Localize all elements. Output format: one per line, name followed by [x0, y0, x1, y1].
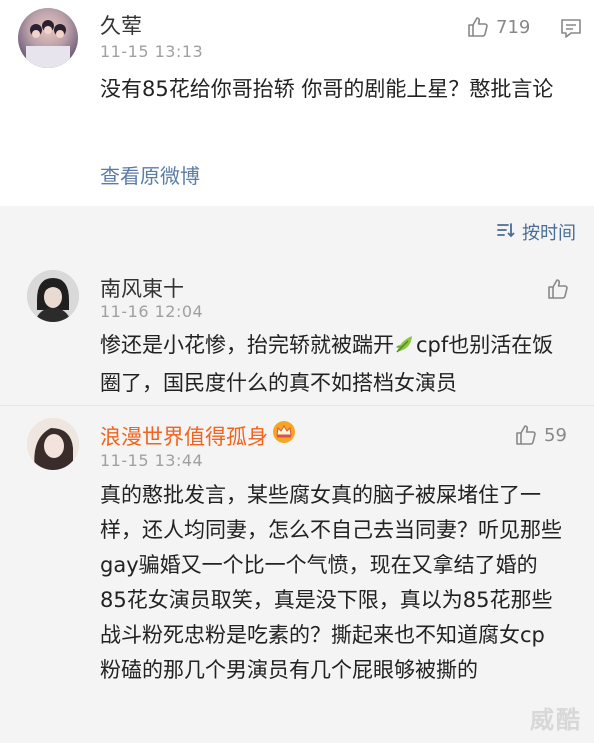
thumbs-up-icon	[466, 15, 490, 39]
comment-list: 南风東十 11-16 12:04 惨还是小花惨，抬完轿就被踹开 cpf也别活在饭圈…	[0, 256, 594, 743]
crown-icon	[272, 420, 296, 448]
sort-icon	[496, 220, 516, 245]
comment-text: 真的憨批发言，某些腐女真的脑子被屎堵住了一样，还人均同妻，怎么不自己去当同妻？听…	[100, 483, 562, 682]
comment-time: 11-15 13:44	[100, 451, 204, 470]
divider	[0, 405, 594, 406]
thumbs-up-icon	[514, 423, 538, 447]
avatar[interactable]	[27, 418, 79, 470]
avatar[interactable]	[18, 8, 78, 68]
sort-label: 按时间	[522, 223, 576, 244]
post-time: 11-15 13:13	[100, 42, 204, 61]
commenter-name[interactable]: 浪漫世界值得孤身	[100, 421, 268, 451]
comment-like-button[interactable]	[546, 277, 570, 301]
message-icon[interactable]	[559, 16, 583, 44]
leaf-icon	[394, 331, 416, 366]
comment-text-part: 惨还是小花惨，抬完轿就被踹开	[100, 333, 394, 357]
watermark: 威酷	[530, 706, 582, 734]
comment-text: 惨还是小花惨，抬完轿就被踹开 cpf也别活在饭圈了，国民度什么的真不如搭档女演员	[100, 328, 572, 401]
thumbs-up-icon	[546, 277, 570, 301]
avatar[interactable]	[27, 270, 79, 322]
like-count: 719	[496, 16, 531, 38]
commenter-name[interactable]: 南风東十	[100, 273, 184, 303]
comment-time: 11-16 12:04	[100, 302, 204, 321]
sort-bar: 按时间	[0, 206, 594, 256]
like-count: 59	[544, 424, 567, 446]
author-name[interactable]: 久荤	[100, 10, 142, 40]
like-button[interactable]: 719	[466, 15, 530, 39]
original-post: 久荤 11-15 13:13 719 没有85花给你哥抬轿 你哥的剧能上星？憨批…	[0, 0, 594, 206]
comment-like-button[interactable]: 59	[514, 423, 567, 447]
sort-by-time-button[interactable]: 按时间	[496, 219, 576, 245]
view-original-link[interactable]: 查看原微博	[100, 160, 200, 189]
post-text: 没有85花给你哥抬轿 你哥的剧能上星？憨批言论	[100, 77, 554, 101]
